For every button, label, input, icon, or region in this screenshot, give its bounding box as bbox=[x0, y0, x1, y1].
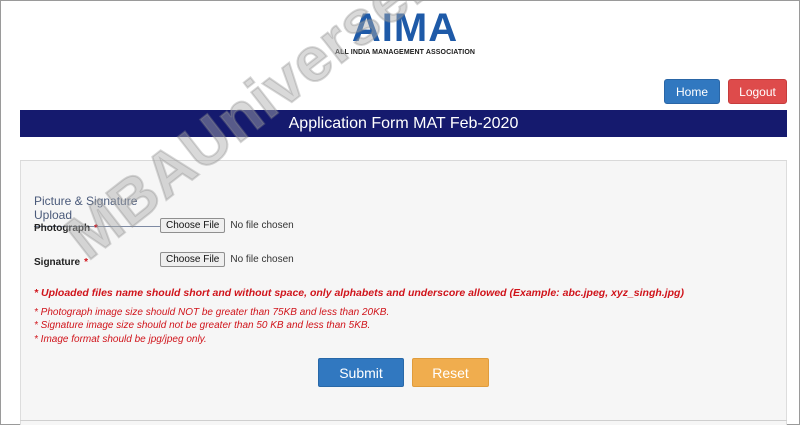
aima-logo: AIMA ALL INDIA MANAGEMENT ASSOCIATION bbox=[330, 8, 480, 56]
photograph-label-text: Photograph bbox=[34, 223, 91, 234]
image-format-note: * Image format should be jpg/jpeg only. bbox=[34, 334, 207, 345]
signature-label-text: Signature bbox=[34, 257, 81, 268]
logo-tagline: ALL INDIA MANAGEMENT ASSOCIATION bbox=[334, 49, 476, 56]
photograph-choose-file-button[interactable]: Choose File bbox=[160, 218, 226, 233]
home-button[interactable]: Home bbox=[664, 79, 720, 104]
photograph-file-input[interactable]: Choose File No file chosen bbox=[160, 218, 294, 233]
photograph-size-note: * Photograph image size should NOT be gr… bbox=[34, 307, 390, 318]
logout-button[interactable]: Logout bbox=[728, 79, 787, 104]
signature-file-status: No file chosen bbox=[230, 254, 294, 265]
logo-mark: AIMA bbox=[351, 6, 459, 50]
page-title: Application Form MAT Feb-2020 bbox=[20, 110, 787, 137]
required-marker: * bbox=[84, 257, 89, 268]
panel-bottom-divider bbox=[20, 420, 787, 421]
signature-choose-file-button[interactable]: Choose File bbox=[160, 252, 226, 267]
signature-label: Signature * bbox=[34, 257, 88, 268]
panel-divider bbox=[20, 160, 787, 161]
photograph-label: Photograph * bbox=[34, 223, 98, 234]
reset-button[interactable]: Reset bbox=[412, 358, 489, 387]
filename-rule-note: * Uploaded files name should short and w… bbox=[34, 287, 684, 299]
photograph-file-status: No file chosen bbox=[230, 220, 294, 231]
signature-file-input[interactable]: Choose File No file chosen bbox=[160, 252, 294, 267]
submit-button[interactable]: Submit bbox=[318, 358, 404, 387]
signature-size-note: * Signature image size should not be gre… bbox=[34, 320, 371, 331]
required-marker: * bbox=[94, 223, 99, 234]
